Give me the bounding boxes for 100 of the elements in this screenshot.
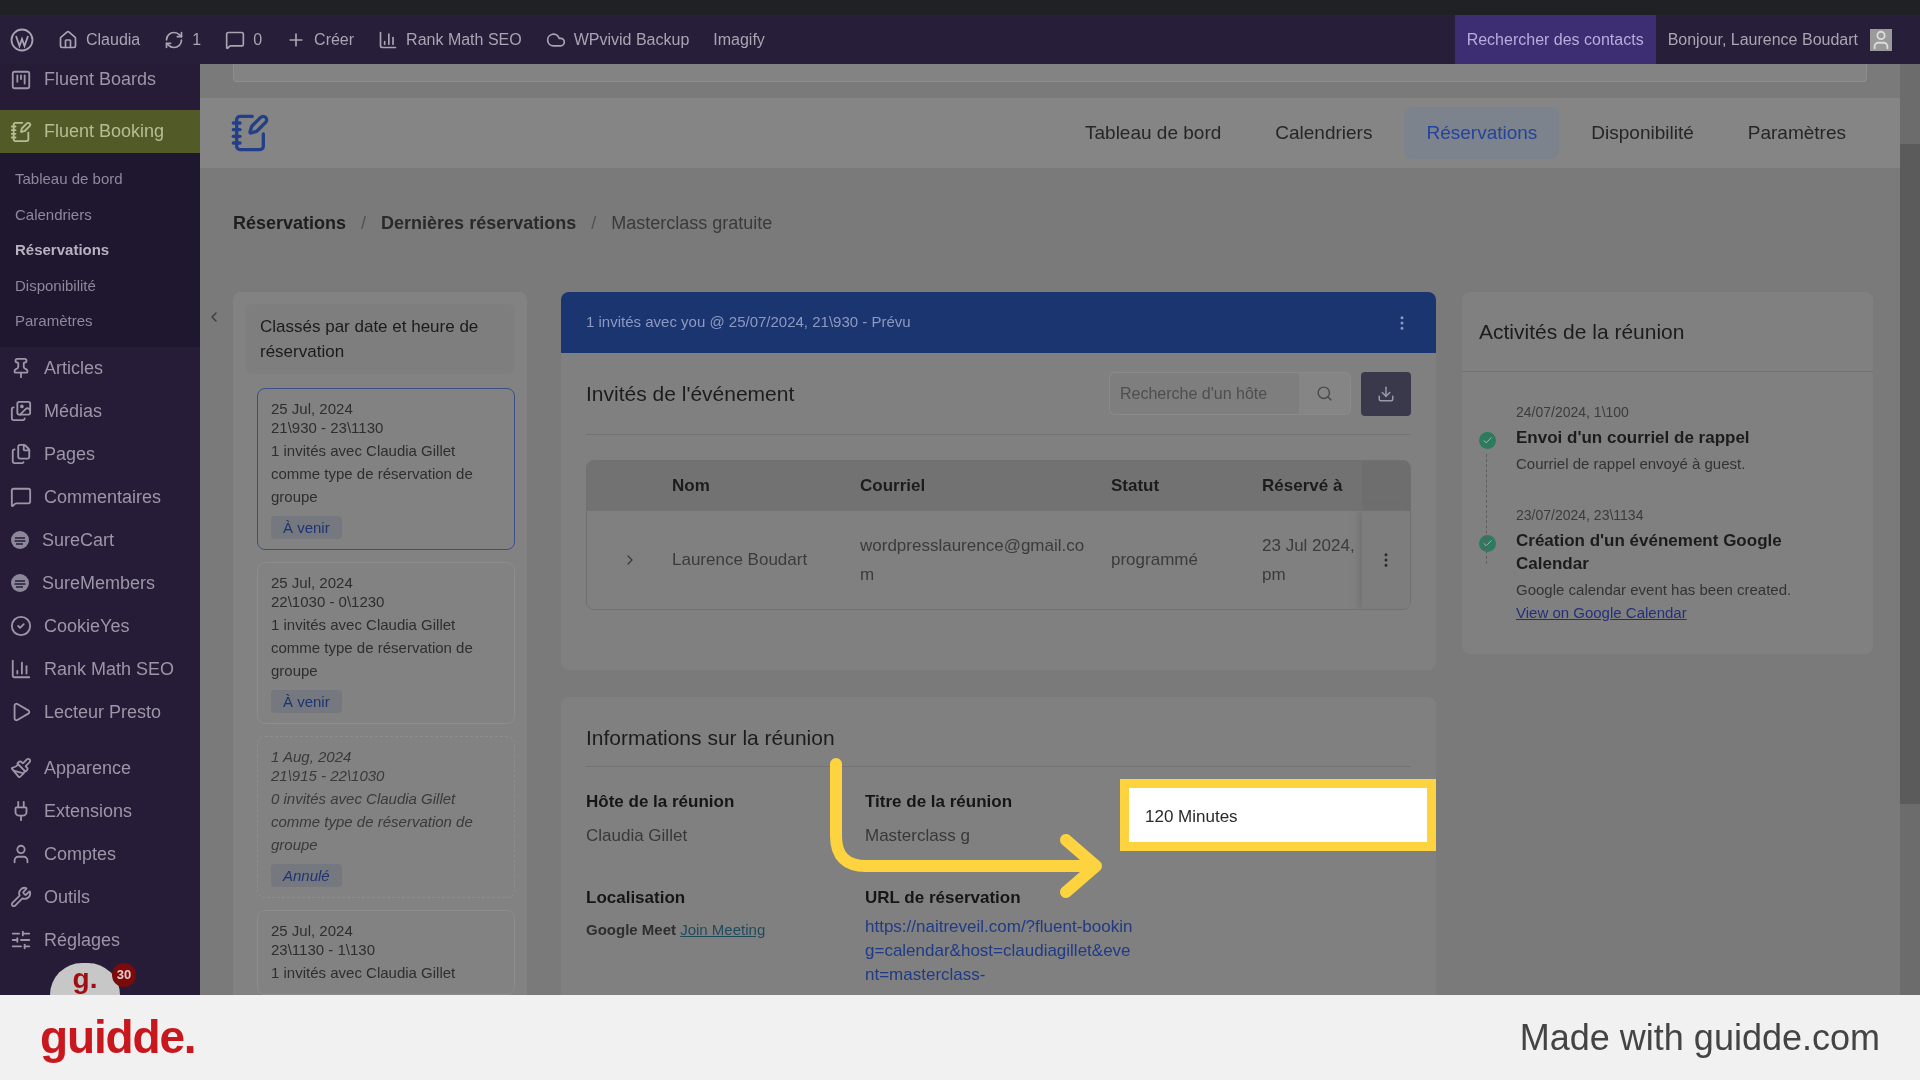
field-label: Hôte de la réunion <box>586 791 735 813</box>
activity-description: Courriel de rappel envoyé à guest. <box>1516 454 1747 474</box>
images-icon <box>10 400 32 422</box>
admin-bar-item[interactable]: WPvivid Backup <box>545 27 690 52</box>
submenu-item[interactable]: Tableau de bord <box>0 161 200 197</box>
booking-date: 1 Aug, 2024 <box>271 747 353 766</box>
section-title: Informations sur la réunion <box>586 724 835 751</box>
search-contacts-button[interactable]: Rechercher des contacts <box>1454 15 1656 64</box>
nav-tab[interactable]: Paramètres <box>1725 106 1868 160</box>
status-badge: À venir <box>271 690 342 713</box>
nav-tab[interactable]: Disponibilité <box>1569 106 1716 160</box>
admin-bar-item[interactable]: 1 <box>164 27 202 52</box>
calendar-link[interactable]: View on Google Calendar <box>1516 604 1687 621</box>
admin-bar-item[interactable]: Créer <box>286 27 355 52</box>
booking-description: 1 invités avec Claudia Gillet <box>271 963 457 983</box>
check-icon <box>1479 535 1496 552</box>
guidde-logo: guidde. <box>40 1010 196 1065</box>
sidebar-item[interactable]: Apparence <box>0 746 200 790</box>
bar-chart-icon <box>10 658 32 680</box>
activity-time: 24/07/2024, 1\100 <box>1516 403 1630 422</box>
admin-bar-item[interactable]: 0 <box>225 27 263 52</box>
banner-text: 1 invités avec you @ 25/07/2024, 21\930 - Prévu <box>586 312 911 333</box>
sidebar-item[interactable]: Rank Math SEO <box>0 647 200 691</box>
sidebar-item[interactable]: Fluent Boards <box>0 64 200 101</box>
booking-date: 25 Jul, 2024 <box>271 399 354 418</box>
activity-title: Création d'un événement Google Calendar <box>1516 530 1783 575</box>
panel-title: Classés par date et heure de réservation <box>245 304 515 374</box>
sidebar-item[interactable]: Comptes <box>0 832 200 876</box>
bar-chart-icon <box>378 29 399 50</box>
credit-text: Made with guidde.com <box>1519 1015 1880 1060</box>
check-circle-icon <box>10 615 32 637</box>
notebook-icon <box>10 120 32 143</box>
table-cell-text: 23 Jul 2024, <box>1262 535 1356 557</box>
submenu-item[interactable]: Réservations <box>0 232 200 268</box>
admin-bar-item[interactable]: Rank Math SEO <box>378 27 522 52</box>
wordpress-logo-icon[interactable] <box>10 27 34 52</box>
booking-date: 25 Jul, 2024 <box>271 573 354 592</box>
table-cell: Laurence Boudart <box>672 550 808 570</box>
activity-description: Google calendar event has been created. View on Google Calendar <box>1516 580 1793 623</box>
sidebar-item[interactable]: Réglages <box>0 918 200 962</box>
section-title: Activités de la réunion <box>1479 318 1685 345</box>
booking-description: 0 invités avec Claudia Gillet comme type de réservation de groupe <box>271 789 474 855</box>
striped-circle-icon <box>10 530 30 550</box>
sidebar-item[interactable]: CookieYes <box>0 604 200 648</box>
column-header: Courriel <box>860 476 926 496</box>
sidebar-item[interactable]: Articles <box>0 346 200 390</box>
submenu-item[interactable]: Disponibilité <box>0 267 200 303</box>
sidebar-item[interactable]: Commentaires <box>0 475 200 519</box>
booking-time: 22\1030 - 0\1230 <box>271 592 386 611</box>
sidebar-item[interactable]: SureMembers <box>0 561 200 605</box>
sidebar-item[interactable]: Médias <box>0 389 200 433</box>
booking-time: 21\915 - 22\1030 <box>271 766 386 785</box>
submenu-item[interactable]: Paramètres <box>0 303 200 339</box>
table-cell-text: wordpresslaurence@gmail.com <box>860 535 1086 586</box>
activity-time: 23/07/2024, 23\1134 <box>1516 506 1645 525</box>
booking-card[interactable]: 25 Jul, 2024 22\1030 - 0\1230 1 invités avec Claudia Gillet comme type de réservation de groupe À venir <box>257 562 515 724</box>
admin-bar-item[interactable]: Claudia <box>58 27 141 52</box>
breadcrumb-link[interactable]: Réservations <box>233 209 347 237</box>
sidebar-item[interactable]: Lecteur Presto <box>0 690 200 734</box>
activity-title: Envoi d'un courriel de rappel <box>1516 427 1751 449</box>
sidebar-item[interactable]: Extensions <box>0 789 200 833</box>
column-header: Nom <box>672 476 710 496</box>
table-cell: programmé <box>1111 550 1198 570</box>
breadcrumb-link[interactable]: Dernières réservations <box>381 209 577 237</box>
field-value: Masterclass g <box>865 824 970 847</box>
column-header: Réservé à <box>1262 476 1343 496</box>
download-icon <box>1377 384 1395 403</box>
field-value: Google Meet Join Meeting <box>586 919 766 940</box>
booking-card[interactable]: 1 Aug, 2024 21\915 - 22\1030 0 invités avec Claudia Gillet comme type de réservation de groupe Annulé <box>257 736 515 898</box>
submenu-item[interactable]: Calendriers <box>0 196 200 232</box>
field-label: Localisation <box>586 887 686 909</box>
nav-tab[interactable]: Calendriers <box>1253 106 1395 160</box>
sidebar-item[interactable]: Fluent Booking <box>0 110 200 153</box>
sidebar-item[interactable]: Pages <box>0 432 200 476</box>
scrollbar[interactable] <box>1900 64 1920 995</box>
field-label: URL de réservation <box>865 887 1021 909</box>
wrench-icon <box>10 886 32 908</box>
brush-icon <box>10 757 32 779</box>
breadcrumb-separator: / <box>361 211 367 235</box>
board-icon <box>10 68 32 91</box>
notebook-icon[interactable] <box>230 113 270 153</box>
field-value: Claudia Gillet <box>586 824 688 847</box>
table-cell-text: pm <box>1262 564 1287 586</box>
nav-tab[interactable]: Tableau de bord <box>1063 106 1244 160</box>
greeting-text[interactable]: Bonjour, Laurence Boudart <box>1655 27 1870 52</box>
booking-card[interactable]: 25 Jul, 2024 21\930 - 23\1130 1 invités avec Claudia Gillet comme type de réservation de groupe À venir <box>257 388 515 550</box>
avatar-icon[interactable] <box>1870 28 1892 51</box>
sidebar-item[interactable]: Outils <box>0 875 200 919</box>
breadcrumb-separator: / <box>591 211 597 235</box>
section-title: Invités de l'événement <box>586 380 795 407</box>
comment-icon <box>225 29 246 50</box>
sliders-icon <box>10 929 32 951</box>
sidebar-item[interactable]: SureCart <box>0 518 200 562</box>
status-badge: À venir <box>271 516 342 539</box>
booking-card[interactable]: 25 Jul, 2024 23\1130 - 1\130 1 invités avec Claudia Gillet <box>257 910 515 995</box>
home-icon <box>58 29 78 50</box>
download-button[interactable] <box>1361 371 1411 416</box>
status-badge: Annulé <box>271 864 342 887</box>
admin-bar-item[interactable]: Imagify <box>713 27 765 52</box>
field-value: 120 Minutes <box>1145 806 1238 829</box>
